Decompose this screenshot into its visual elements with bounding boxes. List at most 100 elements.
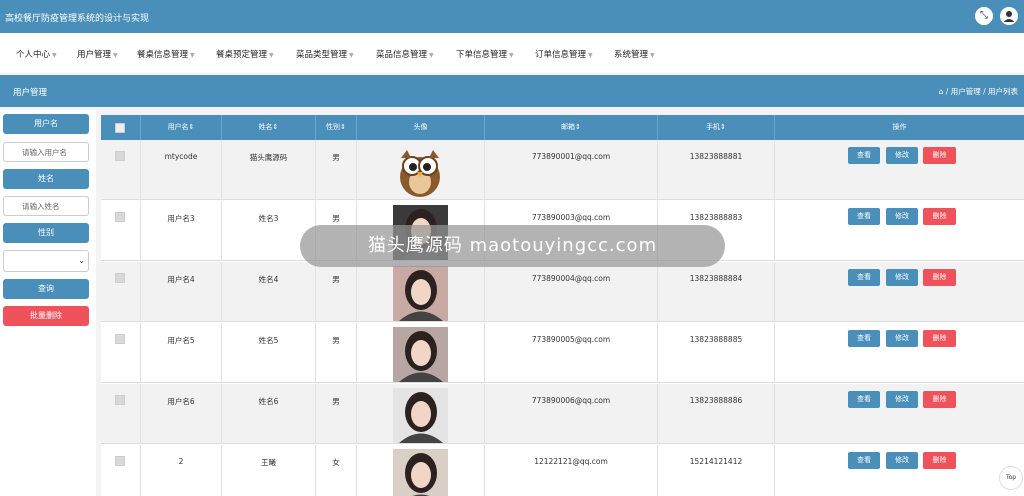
nav-personal-center[interactable]: 个人中心 ▼ (16, 48, 57, 60)
main-nav: 个人中心 ▼ 用户管理 ▼ 餐桌信息管理 ▼ 餐桌预定管理 ▼ 菜品类型管理 ▼ 菜品信息… (0, 33, 1024, 73)
view-button[interactable]: 查看 (848, 330, 880, 347)
fullscreen-icon[interactable]: ⤡ (975, 7, 993, 25)
email: 773890003@qq.com (531, 213, 611, 222)
username-input[interactable] (3, 142, 89, 162)
nav-dish-type[interactable]: 菜品类型管理 ▼ (296, 48, 354, 60)
view-button[interactable]: 查看 (848, 452, 880, 469)
gender-select[interactable]: ⌄ (3, 250, 89, 272)
phone: 13823888883 (689, 213, 743, 222)
actions-cell: 查看 修改 删除 (775, 323, 1024, 383)
row-select-cell (101, 262, 141, 322)
phone-cell: 13823888881 (658, 140, 775, 200)
row-select-cell (101, 201, 141, 261)
phone: 15214121412 (689, 457, 743, 466)
view-button[interactable]: 查看 (848, 208, 880, 225)
user-icon[interactable] (1000, 7, 1018, 25)
page-header: 用户管理 ⌂ / 用户管理 / 用户列表 (0, 75, 1024, 107)
breadcrumb-trail[interactable]: / 用户管理 / 用户列表 (946, 87, 1018, 96)
column-header-email[interactable]: 邮箱⇕ (485, 115, 658, 140)
email: 773890005@qq.com (531, 335, 611, 344)
edit-button[interactable]: 修改 (886, 330, 918, 347)
gender: 男 (332, 214, 340, 223)
full-name: 姓名3 (258, 214, 279, 223)
full-name-cell: 猫头鹰源码 (222, 140, 316, 200)
username: 2 (178, 457, 184, 466)
avatar-cell (357, 140, 485, 200)
avatar (393, 327, 448, 382)
phone: 13823888884 (689, 274, 743, 283)
username-cell: mtycode (141, 140, 222, 200)
column-header-actions: 操作 (775, 115, 1024, 140)
batch-delete-button[interactable]: 批量删除 (3, 306, 89, 326)
table-row: 用户名6 姓名6 男 773890006@qq.com 13823888886 查看 修改删… (101, 384, 1024, 444)
edit-button[interactable]: 修改 (886, 452, 918, 469)
row-select-cell (101, 140, 141, 200)
full-name: 王曦 (261, 458, 276, 467)
row-checkbox[interactable] (115, 151, 125, 161)
delete-button[interactable]: 删除 (923, 391, 956, 408)
username-cell: 用户名6 (141, 384, 222, 444)
delete-button[interactable]: 删除 (923, 147, 956, 164)
nav-table-info[interactable]: 餐桌信息管理 ▼ (137, 48, 195, 60)
actions-cell: 查看 修改 删除 (775, 140, 1024, 200)
email: 773890006@qq.com (531, 396, 611, 405)
name-input[interactable] (3, 196, 89, 216)
avatar (393, 449, 448, 496)
phone: 13823888885 (689, 335, 743, 344)
edit-button[interactable]: 修改 (886, 208, 918, 225)
nav-table-reservation[interactable]: 餐桌预定管理 ▼ (216, 48, 274, 60)
nav-order-placement[interactable]: 下单信息管理 ▼ (456, 48, 514, 60)
full-name-cell: 姓名6 (222, 384, 316, 444)
row-checkbox[interactable] (115, 212, 125, 222)
query-button[interactable]: 查询 (3, 279, 89, 299)
column-header-name[interactable]: 姓名⇕ (222, 115, 316, 140)
full-name: 姓名5 (258, 336, 279, 345)
row-checkbox[interactable] (115, 456, 125, 466)
username-cell: 2 (141, 445, 222, 496)
select-all-checkbox[interactable] (115, 123, 125, 133)
page-title: 用户管理 (13, 88, 48, 98)
home-icon[interactable]: ⌂ (939, 87, 944, 96)
row-select-cell (101, 445, 141, 496)
nav-order-info[interactable]: 订单信息管理 ▼ (535, 48, 593, 60)
actions-cell: 查看 修改 删除 (775, 445, 1024, 496)
column-header-phone[interactable]: 手机⇕ (658, 115, 775, 140)
watermark-overlay: 猫头鹰源码 maotouyingcc.com (300, 225, 725, 267)
column-header-gender[interactable]: 性别⇕ (316, 115, 357, 140)
gender-cell: 女 (316, 445, 357, 496)
gender: 女 (332, 458, 340, 467)
column-header-username[interactable]: 用户名⇕ (141, 115, 222, 140)
gender: 男 (332, 153, 340, 162)
edit-button[interactable]: 修改 (886, 269, 918, 286)
username-cell: 用户名5 (141, 323, 222, 383)
row-checkbox[interactable] (115, 395, 125, 405)
email-cell: 773890001@qq.com (485, 140, 658, 200)
row-checkbox[interactable] (115, 334, 125, 344)
nav-dish-info[interactable]: 菜品信息管理 ▼ (376, 48, 434, 60)
delete-button[interactable]: 删除 (923, 208, 956, 225)
user-table: 用户名⇕ 姓名⇕ 性别⇕ 头像 邮箱⇕ 手机⇕ 操作 mtycode 猫头鹰源码男… (101, 115, 1024, 496)
row-checkbox[interactable] (115, 273, 125, 283)
header-select-all (101, 115, 141, 140)
view-button[interactable]: 查看 (848, 391, 880, 408)
row-select-cell (101, 384, 141, 444)
view-button[interactable]: 查看 (848, 269, 880, 286)
table-row: mtycode 猫头鹰源码 男 773890001@qq.com 13823888881… (101, 140, 1024, 200)
avatar (393, 388, 448, 443)
phone-cell: 15214121412 (658, 445, 775, 496)
nav-system[interactable]: 系统管理 ▼ (614, 48, 655, 60)
nav-user-management[interactable]: 用户管理 ▼ (77, 48, 118, 60)
avatar-cell (357, 445, 485, 496)
avatar (393, 144, 448, 199)
edit-button[interactable]: 修改 (886, 147, 918, 164)
breadcrumb: ⌂ / 用户管理 / 用户列表 (939, 86, 1018, 97)
delete-button[interactable]: 删除 (923, 269, 956, 286)
edit-button[interactable]: 修改 (886, 391, 918, 408)
username: 用户名3 (167, 214, 195, 223)
scroll-top-button[interactable]: Top (999, 466, 1023, 490)
view-button[interactable]: 查看 (848, 147, 880, 164)
delete-button[interactable]: 删除 (923, 330, 956, 347)
username: 用户名5 (167, 336, 195, 345)
gender-cell: 男 (316, 140, 357, 200)
delete-button[interactable]: 删除 (923, 452, 956, 469)
